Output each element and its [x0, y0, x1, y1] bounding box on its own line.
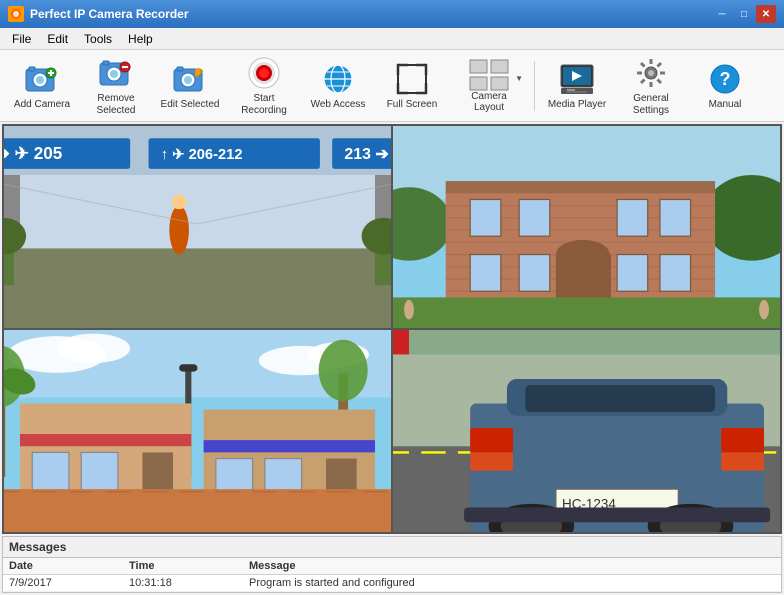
table-row: 7/9/2017 10:31:18 Program is started and…	[3, 575, 781, 592]
column-header-message: Message	[243, 558, 781, 575]
web-access-button[interactable]: Web Access	[302, 55, 374, 117]
svg-text:↑ ✈ 206-212: ↑ ✈ 206-212	[161, 147, 243, 163]
menu-file[interactable]: File	[4, 30, 39, 48]
manual-icon: ?	[707, 61, 743, 97]
messages-header: Messages	[3, 537, 781, 558]
edit-selected-label: Edit Selected	[159, 99, 221, 111]
general-settings-label: General Settings	[620, 93, 682, 117]
edit-selected-button[interactable]: Edit Selected	[154, 55, 226, 117]
manual-button[interactable]: ? Manual	[689, 55, 761, 117]
toolbar-separator	[534, 61, 535, 111]
media-player-label: Media Player	[546, 99, 608, 111]
menu-bar: File Edit Tools Help	[0, 28, 784, 50]
start-recording-button[interactable]: Start Recording	[228, 55, 300, 117]
svg-text:213 ➔: 213 ➔	[344, 146, 389, 163]
window-controls: ─ □ ✕	[712, 5, 776, 23]
add-camera-button[interactable]: Add Camera	[6, 55, 78, 117]
messages-table: Date Time Message 7/9/2017 10:31:18 Prog…	[3, 558, 781, 592]
remove-selected-label: Remove Selected	[85, 93, 147, 117]
message-date: 7/9/2017	[3, 575, 123, 592]
message-time: 10:31:18	[123, 575, 243, 592]
main-content: ➔ ✈ 205 ↑ ✈ 206-212 213 ➔	[0, 122, 784, 595]
camera-cell-2[interactable]	[392, 125, 781, 329]
svg-text:➔ ✈ 205: ➔ ✈ 205	[4, 143, 63, 163]
remove-selected-button[interactable]: Remove Selected	[80, 55, 152, 117]
menu-edit[interactable]: Edit	[39, 30, 76, 48]
settings-icon	[633, 55, 669, 91]
close-button[interactable]: ✕	[756, 5, 776, 23]
manual-label: Manual	[694, 99, 756, 111]
minimize-button[interactable]: ─	[712, 5, 732, 23]
web-icon	[320, 61, 356, 97]
general-settings-button[interactable]: General Settings	[615, 55, 687, 117]
column-header-time: Time	[123, 558, 243, 575]
camera-cell-1[interactable]: ➔ ✈ 205 ↑ ✈ 206-212 213 ➔	[3, 125, 392, 329]
camera-grid: ➔ ✈ 205 ↑ ✈ 206-212 213 ➔	[2, 124, 782, 534]
media-player-button[interactable]: Media Player	[541, 55, 613, 117]
camera-cell-3[interactable]	[3, 329, 392, 533]
app-icon	[8, 6, 24, 22]
camera-layout-button[interactable]: ▼ Camera Layout	[450, 55, 528, 117]
menu-tools[interactable]: Tools	[76, 30, 120, 48]
messages-panel: Messages Date Time Message 7/9/2017 10:3…	[2, 536, 782, 593]
add-camera-icon	[24, 61, 60, 97]
toolbar: Add Camera Remove Selected	[0, 50, 784, 122]
svg-text:?: ?	[720, 69, 731, 89]
title-bar: Perfect IP Camera Recorder ─ □ ✕	[0, 0, 784, 28]
player-icon	[559, 61, 595, 97]
remove-icon	[98, 55, 134, 91]
full-screen-label: Full Screen	[381, 99, 443, 111]
app-title: Perfect IP Camera Recorder	[30, 7, 189, 21]
camera-layout-label: Camera Layout	[455, 91, 523, 113]
camera-cell-4[interactable]: STOP HC-1234	[392, 329, 781, 533]
message-text: Program is started and configured	[243, 575, 781, 592]
fullscreen-icon	[394, 61, 430, 97]
web-access-label: Web Access	[307, 99, 369, 111]
maximize-button[interactable]: □	[734, 5, 754, 23]
column-header-date: Date	[3, 558, 123, 575]
record-icon	[246, 55, 282, 91]
start-recording-label: Start Recording	[233, 93, 295, 117]
menu-help[interactable]: Help	[120, 30, 161, 48]
edit-icon	[172, 61, 208, 97]
full-screen-button[interactable]: Full Screen	[376, 55, 448, 117]
dropdown-arrow-icon: ▼	[515, 74, 523, 83]
add-camera-label: Add Camera	[11, 99, 73, 111]
layout-icon	[469, 59, 509, 91]
